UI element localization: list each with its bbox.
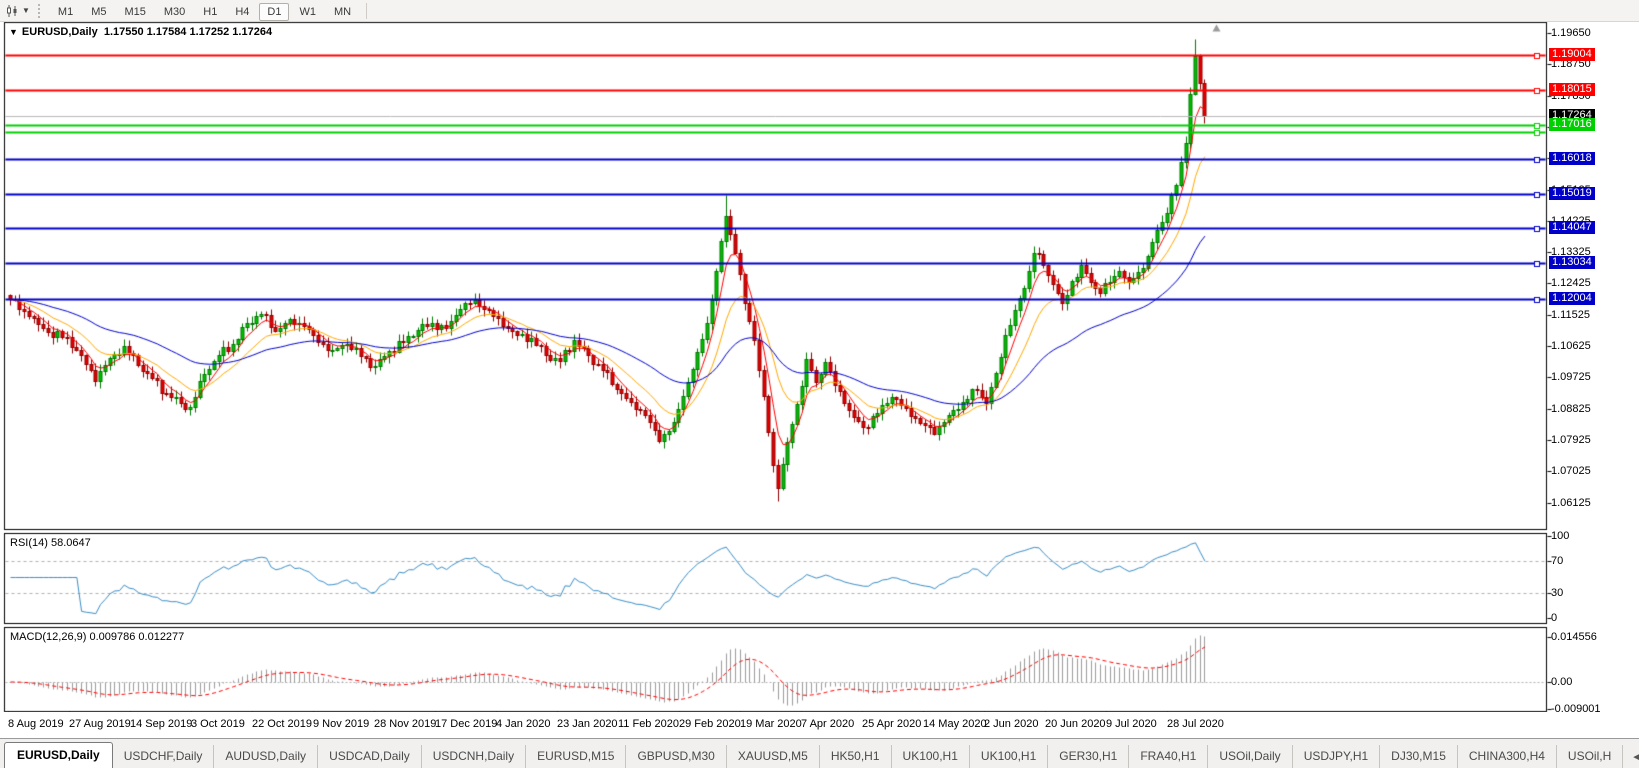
timeframe-button-h4[interactable]: H4 bbox=[227, 3, 257, 21]
line-price-label: 1.17016 bbox=[1549, 118, 1595, 131]
price-axis-tick: 1.09725 bbox=[1551, 371, 1591, 383]
tab-uk100-h1[interactable]: UK100,H1 bbox=[892, 745, 970, 768]
chart-canvas[interactable] bbox=[0, 0, 1639, 768]
tab-xauusd-m5[interactable]: XAUUSD,M5 bbox=[727, 745, 820, 768]
line-price-label: 1.19004 bbox=[1549, 48, 1595, 61]
date-axis-label: 3 Oct 2019 bbox=[191, 718, 245, 730]
tab-ger30-h1[interactable]: GER30,H1 bbox=[1048, 745, 1129, 768]
tab-china300-h4[interactable]: CHINA300,H4 bbox=[1458, 745, 1557, 768]
timeframe-button-m15[interactable]: M15 bbox=[116, 3, 153, 21]
price-axis-tick: 1.11525 bbox=[1551, 309, 1590, 321]
chart-tab-bar: EURUSD,DailyUSDCHF,DailyAUDUSD,DailyUSDC… bbox=[0, 738, 1639, 768]
rsi-axis-tick: 0 bbox=[1551, 612, 1557, 624]
date-axis-label: 4 Jan 2020 bbox=[496, 718, 550, 730]
candlestick-cursor-icon bbox=[6, 4, 20, 18]
date-axis-label: 19 Mar 2020 bbox=[740, 718, 802, 730]
date-axis[interactable]: 8 Aug 2019 27 Aug 201914 Sep 20193 Oct 20… bbox=[0, 712, 1547, 738]
line-price-label: 1.12004 bbox=[1549, 292, 1595, 305]
date-axis-label: 9 Jul 2020 bbox=[1106, 718, 1157, 730]
price-axis-tick: 1.12425 bbox=[1551, 277, 1591, 289]
chevron-down-icon: ▼ bbox=[22, 6, 30, 15]
date-axis-label: 22 Oct 2019 bbox=[252, 718, 312, 730]
tab-audusd-daily[interactable]: AUDUSD,Daily bbox=[214, 745, 318, 768]
tab-usoil-daily[interactable]: USOil,Daily bbox=[1208, 745, 1292, 768]
date-axis-label: 2 Jun 2020 bbox=[984, 718, 1038, 730]
price-axis[interactable]: 1.196501.187501.178501.169501.160501.151… bbox=[1547, 22, 1639, 712]
tab-hk50-h1[interactable]: HK50,H1 bbox=[820, 745, 892, 768]
tab-fra40-h1[interactable]: FRA40,H1 bbox=[1129, 745, 1208, 768]
mt4-window: ▼ M1M5M15M30H1H4D1W1MN ▼ EURUSD,Daily 1.1… bbox=[0, 0, 1639, 768]
tab-scroll-left-button[interactable]: ◄ bbox=[1623, 752, 1639, 763]
toolbar-separator bbox=[366, 3, 367, 19]
price-axis-tick: 1.10625 bbox=[1551, 340, 1591, 352]
timeframe-button-m5[interactable]: M5 bbox=[83, 3, 114, 21]
collapse-caret-icon: ▼ bbox=[9, 27, 18, 37]
chart-ohlc-values: 1.17550 1.17584 1.17252 1.17264 bbox=[104, 26, 272, 38]
timeframe-button-d1[interactable]: D1 bbox=[259, 3, 289, 21]
macd-axis-tick: 0.014556 bbox=[1551, 631, 1597, 643]
rsi-axis-tick: 70 bbox=[1551, 555, 1563, 567]
tab-eurusd-m15[interactable]: EURUSD,M15 bbox=[526, 745, 626, 768]
macd-axis-tick: -0.009001 bbox=[1551, 703, 1601, 715]
date-axis-label: 8 Aug 2019 bbox=[8, 718, 64, 730]
tab-usdcnh-daily[interactable]: USDCNH,Daily bbox=[422, 745, 526, 768]
chart-title: ▼ EURUSD,Daily 1.17550 1.17584 1.17252 1.… bbox=[9, 26, 272, 38]
rsi-indicator-label: RSI(14) 58.0647 bbox=[10, 537, 91, 549]
timeframe-button-w1[interactable]: W1 bbox=[291, 3, 324, 21]
timeframe-button-m1[interactable]: M1 bbox=[50, 3, 81, 21]
timeframe-button-m30[interactable]: M30 bbox=[156, 3, 193, 21]
timeframe-button-mn[interactable]: MN bbox=[326, 3, 359, 21]
date-axis-label: 28 Nov 2019 bbox=[374, 718, 436, 730]
date-axis-label: 27 Aug 2019 bbox=[69, 718, 131, 730]
line-price-label: 1.15019 bbox=[1549, 187, 1595, 200]
date-axis-label: 14 Sep 2019 bbox=[130, 718, 192, 730]
chart-symbol: EURUSD,Daily bbox=[22, 26, 98, 38]
toolbar-grip[interactable] bbox=[38, 4, 43, 18]
date-axis-label: 11 Feb 2020 bbox=[618, 718, 679, 730]
line-price-label: 1.16018 bbox=[1549, 152, 1595, 165]
price-axis-tick: 1.07925 bbox=[1551, 434, 1591, 446]
chart-tools-icon[interactable]: ▼ bbox=[3, 3, 33, 19]
tab-usdchf-daily[interactable]: USDCHF,Daily bbox=[113, 745, 215, 768]
rsi-axis-tick: 100 bbox=[1551, 530, 1569, 542]
date-axis-label: 17 Dec 2019 bbox=[435, 718, 497, 730]
tab-uk100-h1[interactable]: UK100,H1 bbox=[970, 745, 1048, 768]
tab-gbpusd-m30[interactable]: GBPUSD,M30 bbox=[626, 745, 726, 768]
line-price-label: 1.18015 bbox=[1549, 83, 1595, 96]
tab-usdjpy-h1[interactable]: USDJPY,H1 bbox=[1293, 745, 1380, 768]
date-axis-label: 25 Apr 2020 bbox=[862, 718, 921, 730]
timeframe-button-h1[interactable]: H1 bbox=[195, 3, 225, 21]
rsi-axis-tick: 30 bbox=[1551, 587, 1563, 599]
macd-axis-tick: 0.00 bbox=[1551, 676, 1572, 688]
date-axis-label: 29 Feb 2020 bbox=[679, 718, 741, 730]
date-axis-label: 28 Jul 2020 bbox=[1167, 718, 1224, 730]
date-axis-label: 14 May 2020 bbox=[923, 718, 987, 730]
date-axis-label: 7 Apr 2020 bbox=[801, 718, 854, 730]
date-axis-label: 23 Jan 2020 bbox=[557, 718, 618, 730]
price-axis-tick: 1.19650 bbox=[1551, 27, 1591, 39]
timeframe-buttons: M1M5M15M30H1H4D1W1MN bbox=[49, 2, 360, 20]
tab-usoil-h[interactable]: USOil,H bbox=[1557, 745, 1623, 768]
tab-usdcad-daily[interactable]: USDCAD,Daily bbox=[318, 745, 422, 768]
timeframe-toolbar: ▼ M1M5M15M30H1H4D1W1MN bbox=[0, 0, 1639, 22]
line-price-label: 1.13034 bbox=[1549, 256, 1595, 269]
macd-indicator-label: MACD(12,26,9) 0.009786 0.012277 bbox=[10, 631, 184, 643]
date-axis-label: 20 Jun 2020 bbox=[1045, 718, 1106, 730]
line-price-label: 1.14047 bbox=[1549, 221, 1595, 234]
price-axis-tick: 1.08825 bbox=[1551, 403, 1591, 415]
tab-eurusd-daily[interactable]: EURUSD,Daily bbox=[4, 742, 113, 768]
date-axis-label: 9 Nov 2019 bbox=[313, 718, 369, 730]
tab-dj30-m15[interactable]: DJ30,M15 bbox=[1380, 745, 1458, 768]
price-axis-tick: 1.07025 bbox=[1551, 465, 1591, 477]
price-axis-tick: 1.06125 bbox=[1551, 497, 1591, 509]
